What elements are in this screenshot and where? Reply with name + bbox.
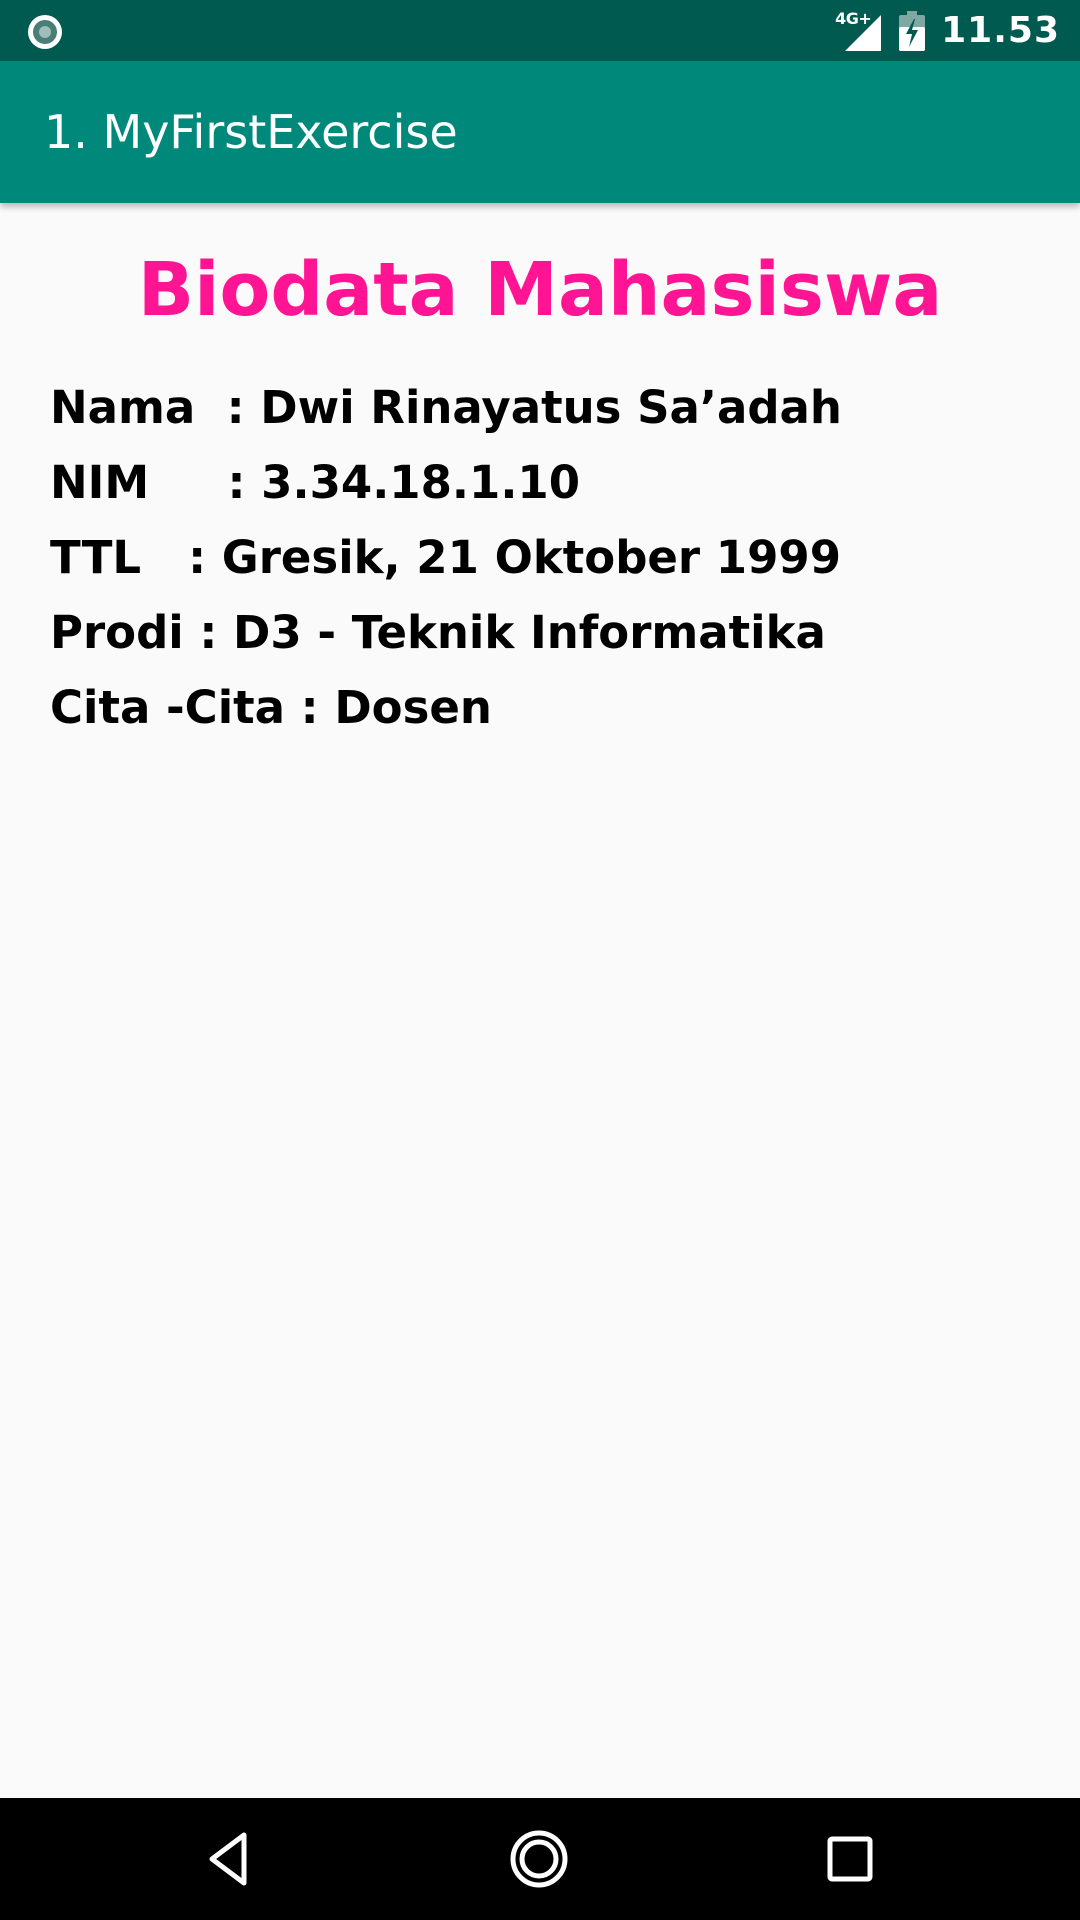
home-icon[interactable] xyxy=(509,1829,569,1889)
main-content: Biodata Mahasiswa Nama : Dwi Rinayatus S… xyxy=(0,203,1080,1798)
bio-line-nim: NIM : 3.34.18.1.10 xyxy=(50,456,581,509)
bio-line-nama: Nama : Dwi Rinayatus Sa’adah xyxy=(50,381,842,434)
page-heading: Biodata Mahasiswa xyxy=(137,247,943,333)
cell-signal-icon xyxy=(845,14,882,51)
recents-icon[interactable] xyxy=(820,1829,880,1889)
bio-line-prodi: Prodi : D3 - Teknik Informatika xyxy=(50,606,826,659)
bio-line-cita-cita: Cita -Cita : Dosen xyxy=(50,681,492,734)
navigation-bar xyxy=(0,1798,1080,1920)
bio-line-ttl: TTL : Gresik, 21 Oktober 1999 xyxy=(50,531,842,584)
notification-circle-icon xyxy=(28,15,62,49)
back-icon[interactable] xyxy=(200,1829,260,1889)
app-bar: 1. MyFirstExercise xyxy=(0,61,1080,203)
status-right-group: 4G+ 11.53 xyxy=(835,0,1060,61)
network-indicator: 4G+ xyxy=(835,9,882,51)
app-title: 1. MyFirstExercise xyxy=(44,105,458,159)
status-clock: 11.53 xyxy=(941,10,1060,51)
battery-charging-icon xyxy=(899,10,926,51)
status-bar: 4G+ 11.53 xyxy=(0,0,1080,61)
